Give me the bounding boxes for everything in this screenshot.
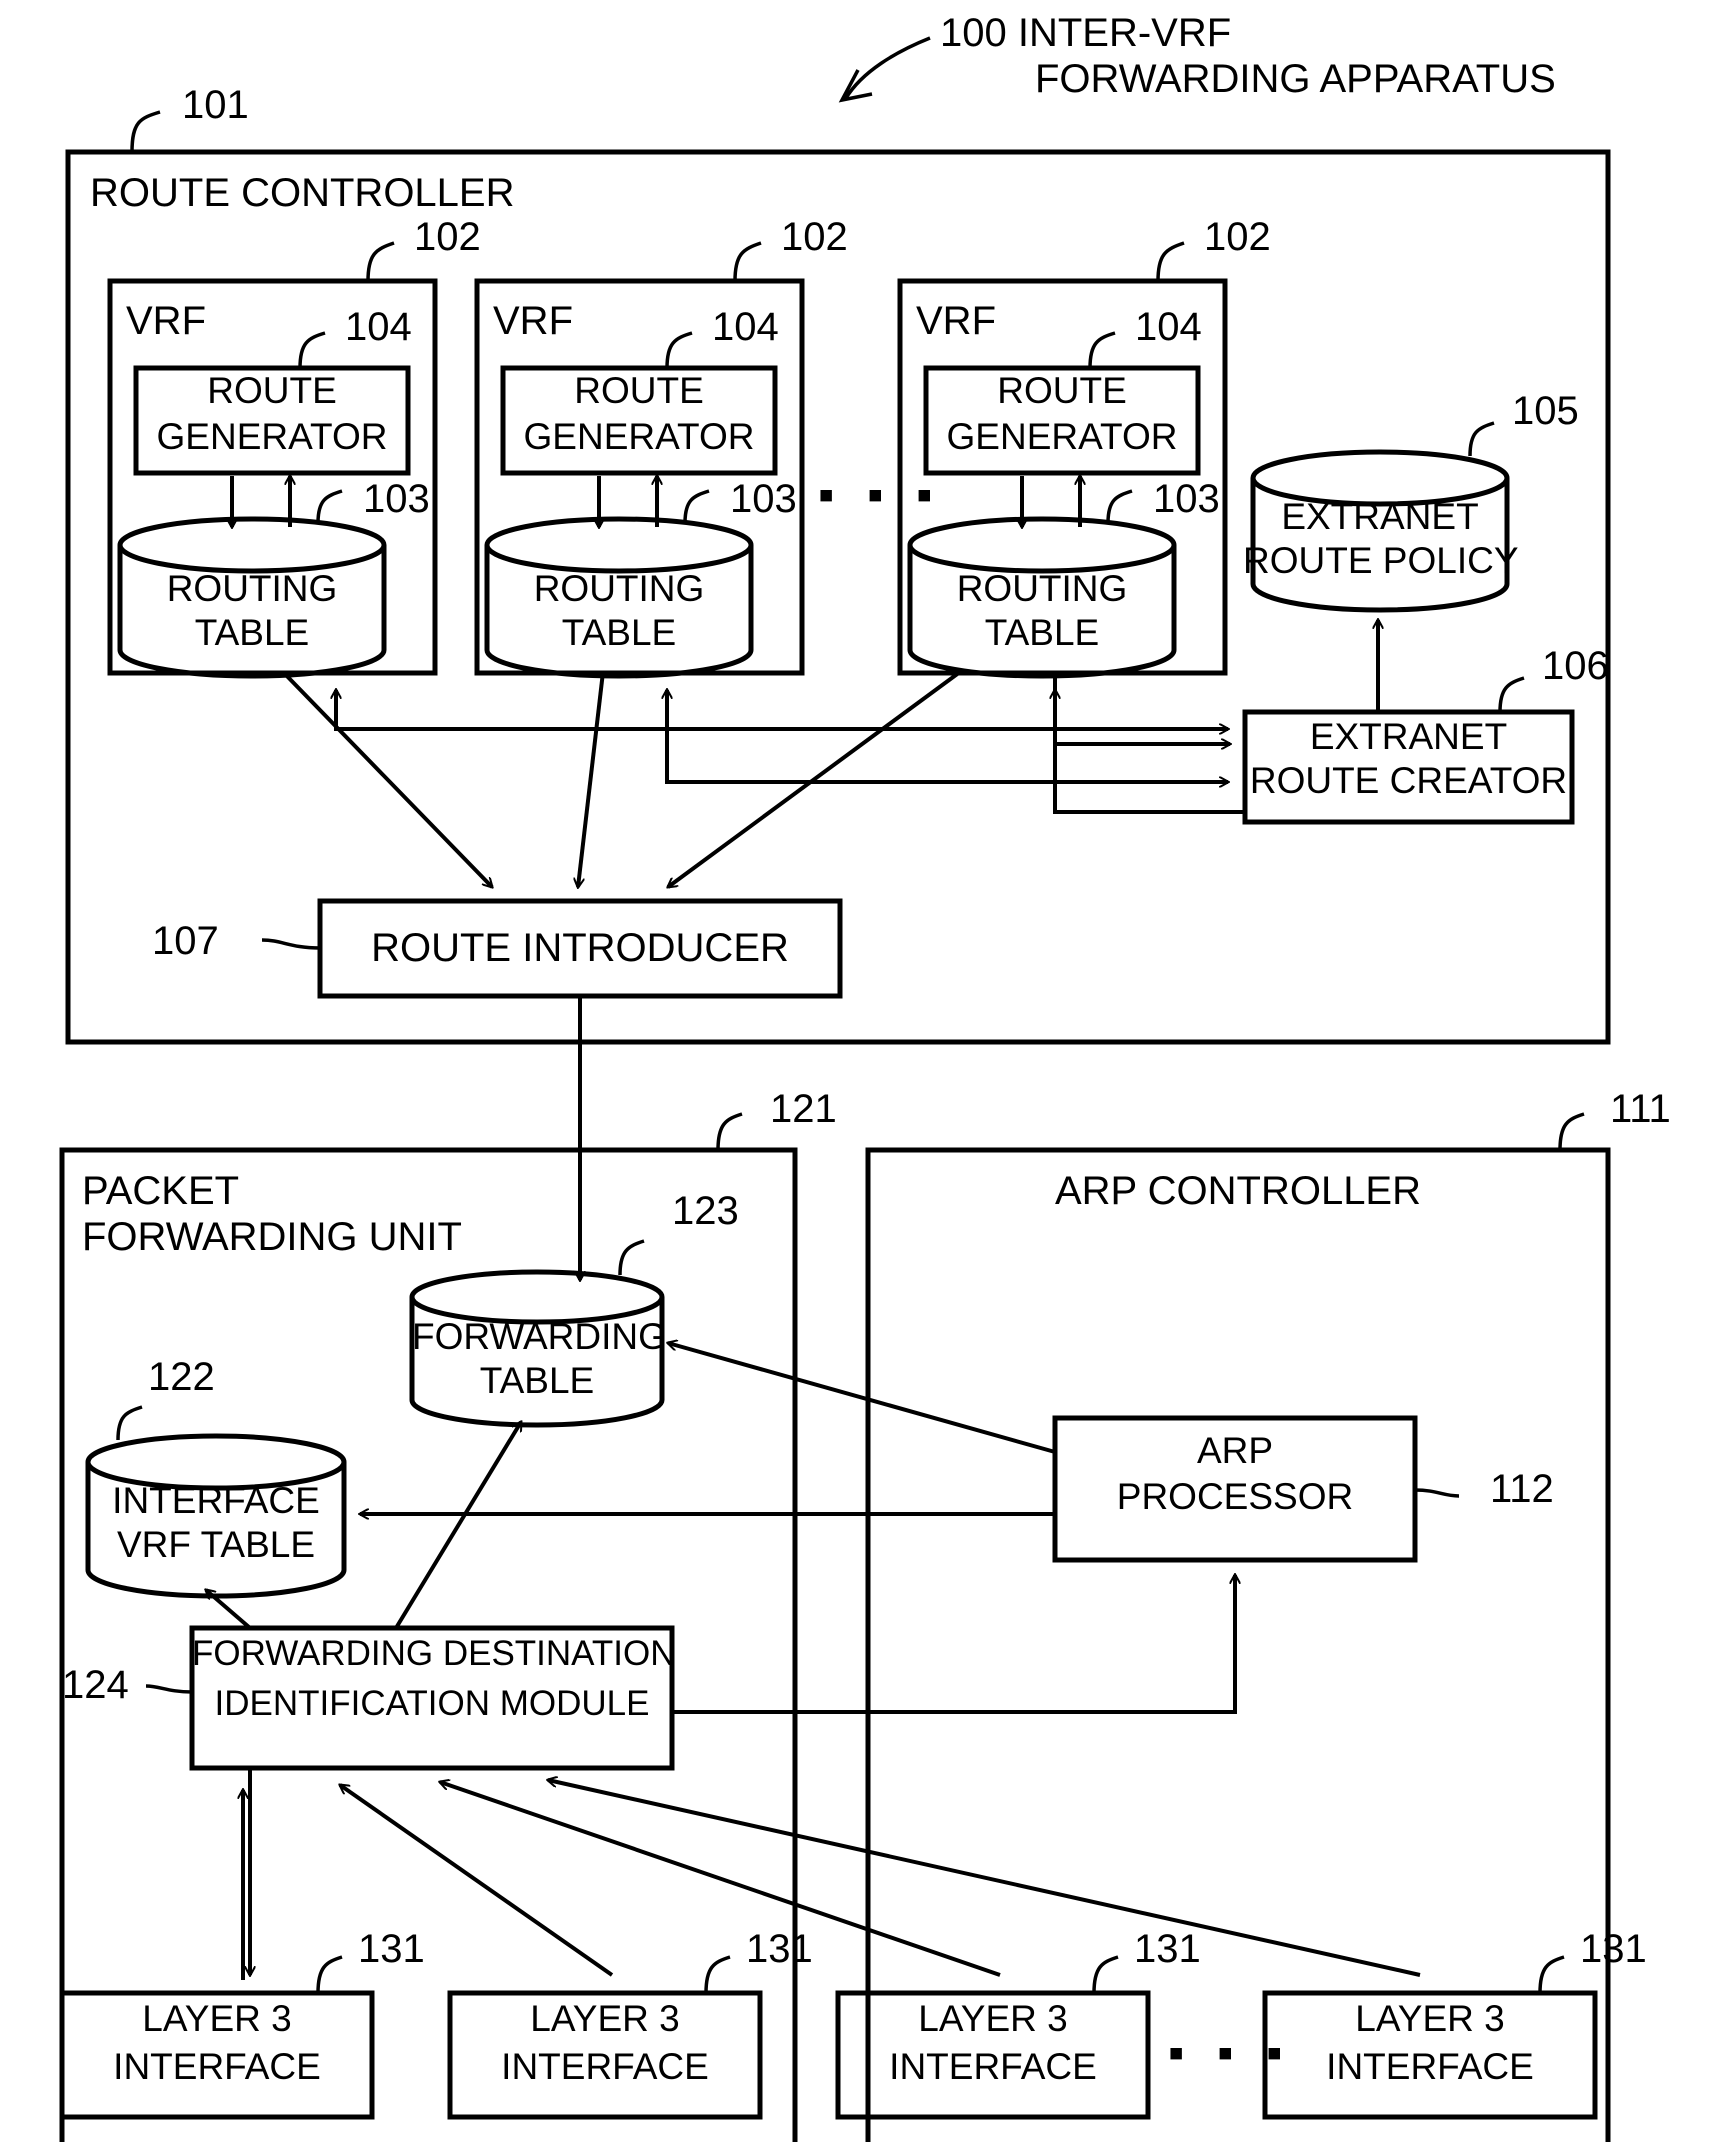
routing-table-line1-a: ROUTING	[166, 568, 338, 609]
leader-101	[130, 110, 161, 153]
interface-vrf-table-line2: VRF TABLE	[116, 1524, 316, 1565]
route-generator-line1-a: ROUTE	[207, 370, 337, 411]
vrf-label-3: VRF	[916, 299, 996, 343]
route-generator-line1-c: ROUTE	[997, 370, 1127, 411]
interface-vrf-table-line1: INTERFACE	[112, 1480, 320, 1521]
routing-table-line2-a: TABLE	[194, 612, 310, 653]
packet-forwarding-unit-title-line2: FORWARDING UNIT	[82, 1215, 462, 1259]
ref-103-a: 103	[363, 477, 430, 521]
route-generator-line2-c: GENERATOR	[946, 416, 1178, 457]
arp-controller-title: ARP CONTROLLER	[1054, 1169, 1421, 1213]
ref-131-d: 131	[1580, 1927, 1647, 1971]
ref-122: 122	[148, 1355, 215, 1399]
ref-107: 107	[152, 919, 219, 963]
layer3-ellipsis: ▪ ▪ ▪	[1168, 2026, 1293, 2078]
ref-103-b: 103	[730, 477, 797, 521]
ref-106: 106	[1542, 644, 1609, 688]
forwarding-table-line2: TABLE	[479, 1360, 595, 1401]
ref-124: 124	[62, 1663, 129, 1707]
ref-123: 123	[672, 1189, 739, 1233]
layer3-line1-d: LAYER 3	[1355, 1998, 1505, 2039]
ref-104-c: 104	[1135, 305, 1202, 349]
route-generator-line2-b: GENERATOR	[523, 416, 755, 457]
ref-103-c: 103	[1153, 477, 1220, 521]
figure-canvas: 100 INTER-VRF FORWARDING APPARATUS 101 R…	[0, 0, 1721, 2142]
forwarding-table-line1: FORWARDING	[412, 1316, 667, 1357]
fdim-line2: IDENTIFICATION MODULE	[214, 1684, 650, 1723]
route-generator-line2-a: GENERATOR	[156, 416, 388, 457]
layer3-line1-b: LAYER 3	[530, 1998, 680, 2039]
routing-table-line1-c: ROUTING	[956, 568, 1128, 609]
diagram-vector-layer	[59, 36, 1611, 2142]
vrf-label-2: VRF	[493, 299, 573, 343]
routing-table-line2-c: TABLE	[984, 612, 1100, 653]
ref-102-a: 102	[414, 215, 481, 259]
figure-title-line2: FORWARDING APPARATUS	[1035, 57, 1556, 101]
route-controller-title: ROUTE CONTROLLER	[90, 171, 515, 215]
extranet-route-creator-line2: ROUTE CREATOR	[1249, 760, 1568, 801]
packet-forwarding-unit-title-line1: PACKET	[82, 1169, 240, 1213]
vrf-ellipsis: ▪ ▪ ▪	[818, 468, 943, 520]
ref-112: 112	[1490, 1467, 1554, 1511]
vrf-label-1: VRF	[126, 299, 206, 343]
ref-121: 121	[770, 1087, 837, 1131]
route-generator-line1-b: ROUTE	[574, 370, 704, 411]
extranet-route-policy-line1: EXTRANET	[1281, 496, 1479, 537]
figure-title-line1: 100 INTER-VRF	[940, 11, 1232, 55]
ref-104-a: 104	[345, 305, 412, 349]
ref-104-b: 104	[712, 305, 779, 349]
fdim-line1: FORWARDING DESTINATION	[192, 1634, 676, 1673]
arp-processor-line2: PROCESSOR	[1116, 1476, 1354, 1517]
ref-101: 101	[182, 83, 249, 127]
ref-111: 111	[1610, 1087, 1671, 1131]
ref-131-a: 131	[358, 1927, 425, 1971]
ref-131-c: 131	[1134, 1927, 1201, 1971]
layer3-line2-c: INTERFACE	[889, 2046, 1097, 2087]
layer3-line1-a: LAYER 3	[142, 1998, 292, 2039]
layer3-line1-c: LAYER 3	[918, 1998, 1068, 2039]
arp-processor-line1: ARP	[1196, 1430, 1274, 1471]
ref-102-c: 102	[1204, 215, 1271, 259]
routing-table-line1-b: ROUTING	[533, 568, 705, 609]
ref-102-b: 102	[781, 215, 848, 259]
route-introducer-label: ROUTE INTRODUCER	[371, 926, 789, 970]
layer3-line2-a: INTERFACE	[113, 2046, 321, 2087]
routing-table-line2-b: TABLE	[561, 612, 677, 653]
extranet-route-creator-line1: EXTRANET	[1309, 716, 1508, 757]
layer3-line2-d: INTERFACE	[1326, 2046, 1534, 2087]
layer3-line2-b: INTERFACE	[501, 2046, 709, 2087]
extranet-route-policy-line2: ROUTE POLICY	[1243, 540, 1519, 581]
ref-131-b: 131	[746, 1927, 813, 1971]
ref-105: 105	[1512, 389, 1579, 433]
